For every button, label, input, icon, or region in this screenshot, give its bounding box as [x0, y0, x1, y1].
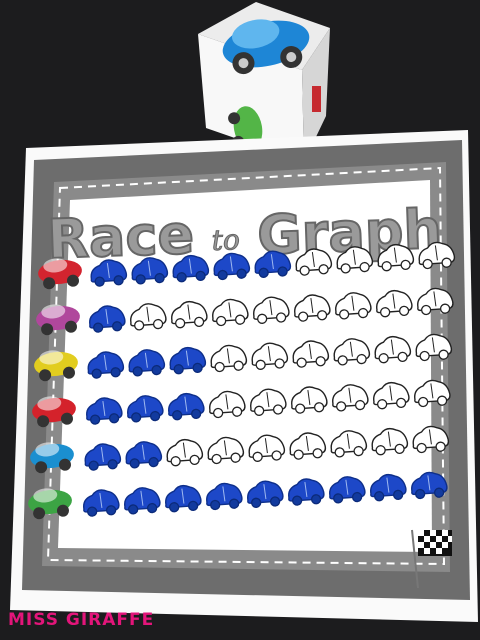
title-word-to: to: [211, 223, 240, 257]
credit-watermark: MISS GIRAFFE: [8, 610, 155, 630]
die-right-car-icon: [312, 86, 321, 112]
photo-scene: Race to Graph: [10, 2, 478, 622]
